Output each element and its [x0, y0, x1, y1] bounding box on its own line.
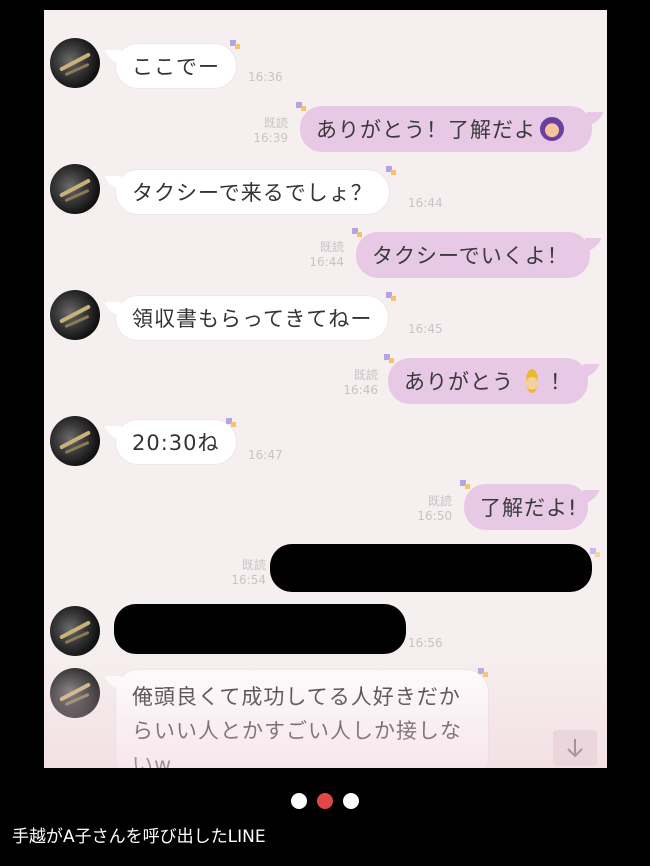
carousel-dot[interactable] [291, 793, 307, 809]
image-caption: 手越がA子さんを呼び出したLINE [12, 827, 266, 847]
message-time: 16:36 [248, 70, 283, 84]
message-read-status: 既読 16:50 [417, 494, 452, 523]
message-read-status: 既読 16:39 [253, 116, 288, 145]
chat-screenshot: ここでー 16:36 既読 16:39 ありがとう！了解だよ タクシーで来るでし… [44, 10, 607, 768]
carousel-dot[interactable] [343, 793, 359, 809]
avatar[interactable] [50, 668, 100, 718]
message-time: 16:45 [408, 322, 443, 336]
sparkle-icon [386, 166, 396, 175]
avatar[interactable] [50, 164, 100, 214]
sparkle-icon [296, 102, 306, 111]
redacted-message-left [114, 604, 406, 654]
message-text-suffix: ！ [550, 370, 572, 394]
arrow-down-icon [567, 739, 583, 758]
message-bubble-right: ありがとう ！ [388, 358, 588, 404]
message-bubble-left: 領収書もらってきてねー [116, 296, 389, 340]
message-text: タクシーでいくよ！ [372, 244, 569, 268]
post-frame: ここでー 16:36 既読 16:39 ありがとう！了解だよ タクシーで来るでし… [0, 0, 650, 866]
carousel-indicator [0, 793, 650, 809]
message-text: 領収書もらってきてねー [132, 307, 373, 331]
message-text: ありがとう！了解だよ [316, 118, 536, 142]
message-bubble-left: タクシーで来るでしょ？ [116, 170, 389, 214]
message-read-status: 既読 16:46 [343, 368, 378, 397]
carousel-dot-active[interactable] [317, 793, 333, 809]
message-text: ここでー [132, 55, 220, 79]
message-time: 16:47 [248, 448, 283, 462]
message-bubble-left: 俺頭良くて成功してる人好きだからいい人とかすごい人しか接しないw [116, 670, 488, 768]
avatar[interactable] [50, 606, 100, 656]
sparkle-icon [230, 40, 240, 49]
scroll-down-button[interactable] [553, 730, 597, 766]
message-text: 20:30ね [132, 431, 220, 455]
message-text: ありがとう [404, 370, 514, 394]
avatar[interactable] [50, 38, 100, 88]
princess-icon [526, 369, 538, 393]
message-bubble-left: ここでー [116, 44, 236, 88]
sparkle-icon [226, 418, 236, 427]
sparkle-icon [590, 548, 600, 557]
sparkle-icon [478, 668, 488, 677]
avatar[interactable] [50, 290, 100, 340]
message-read-status: 既読 16:54 [231, 558, 266, 587]
message-text: 俺頭良くて成功してる人好きだからいい人とかすごい人しか接しないw [132, 685, 462, 768]
sparkle-icon [352, 228, 362, 237]
message-text: タクシーで来るでしょ？ [132, 181, 373, 205]
sparkle-icon [386, 292, 396, 301]
sparkle-icon [460, 480, 470, 489]
woman-gesturing-ok-icon [540, 117, 564, 141]
message-read-status: 既読 16:44 [309, 240, 344, 269]
avatar[interactable] [50, 416, 100, 466]
sparkle-icon [384, 354, 394, 363]
message-bubble-right: タクシーでいくよ！ [356, 232, 590, 278]
redacted-message-right [270, 544, 592, 592]
message-bubble-right: ありがとう！了解だよ [300, 106, 592, 152]
message-text: 了解だよ! [480, 496, 578, 520]
message-time: 16:44 [408, 196, 443, 210]
message-time: 16:56 [408, 636, 443, 650]
message-bubble-right: 了解だよ! [464, 484, 588, 530]
message-bubble-left: 20:30ね [116, 420, 236, 464]
